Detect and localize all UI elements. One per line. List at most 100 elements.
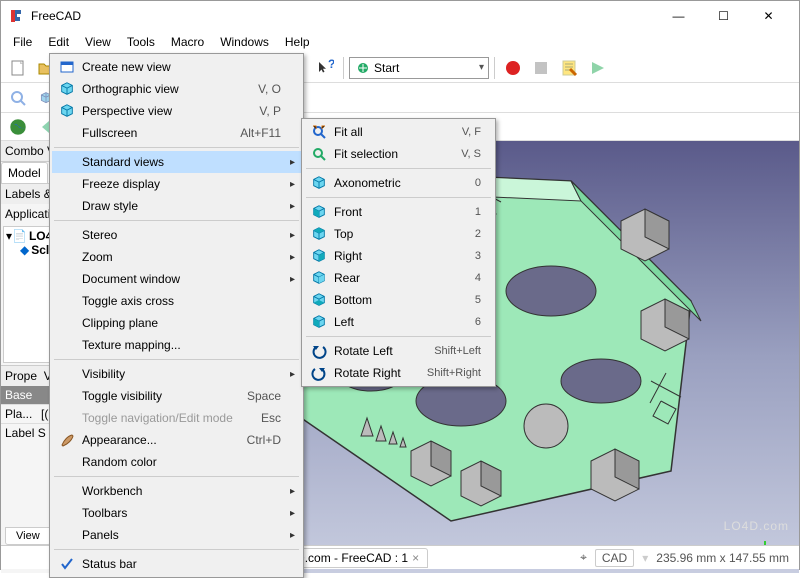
workbench-combo[interactable]: Start bbox=[349, 57, 489, 79]
stdview-left[interactable]: Left6 bbox=[304, 311, 493, 333]
menu-label: Standard views bbox=[78, 155, 281, 169]
menu-edit[interactable]: Edit bbox=[40, 33, 77, 51]
stdview-right[interactable]: Right3 bbox=[304, 245, 493, 267]
view-menu-appearance-[interactable]: Appearance...Ctrl+D bbox=[52, 429, 301, 451]
doc-tab-close[interactable]: × bbox=[412, 551, 419, 565]
submenu-label: Bottom bbox=[330, 293, 475, 307]
fitall-icon bbox=[308, 123, 330, 141]
view-menu-status-bar[interactable]: Status bar bbox=[52, 553, 301, 575]
menu-file[interactable]: File bbox=[5, 33, 40, 51]
stdview-rear[interactable]: Rear4 bbox=[304, 267, 493, 289]
watermark: LO4D.com bbox=[724, 519, 789, 533]
menu-macro[interactable]: Macro bbox=[163, 33, 212, 51]
menu-label: Appearance... bbox=[78, 433, 247, 447]
view-menu-toggle-navigation-edit-mode[interactable]: Toggle navigation/Edit modeEsc bbox=[52, 407, 301, 429]
nav-mode[interactable]: CAD bbox=[595, 549, 634, 567]
stdview-fit-all[interactable]: Fit allV, F bbox=[304, 121, 493, 143]
new-button[interactable] bbox=[5, 55, 31, 81]
workbench-combo-label: Start bbox=[374, 61, 399, 75]
view-menu-texture-mapping-[interactable]: Texture mapping... bbox=[52, 334, 301, 356]
macro-stop-button[interactable] bbox=[528, 55, 554, 81]
menu-label: Stereo bbox=[78, 228, 281, 242]
menu-tools[interactable]: Tools bbox=[119, 33, 163, 51]
cube-axo-icon bbox=[308, 174, 330, 192]
cube-bottom-icon bbox=[308, 291, 330, 309]
view-menu-freeze-display[interactable]: Freeze display bbox=[52, 173, 301, 195]
standard-views-submenu: Fit allV, FFit selectionV, S Axonometric0… bbox=[301, 118, 496, 387]
view-menu-workbench[interactable]: Workbench bbox=[52, 480, 301, 502]
view-menu-visibility[interactable]: Visibility bbox=[52, 363, 301, 385]
menu-accel: Alt+F11 bbox=[240, 126, 281, 140]
menu-label: Random color bbox=[78, 455, 281, 469]
view-menu-fullscreen[interactable]: FullscreenAlt+F11 bbox=[52, 122, 301, 144]
submenu-accel: 2 bbox=[475, 228, 481, 240]
fitsel-icon bbox=[308, 145, 330, 163]
view-menu-random-color[interactable]: Random color bbox=[52, 451, 301, 473]
stdview-rotate-right[interactable]: Rotate RightShift+Right bbox=[304, 362, 493, 384]
close-button[interactable]: ✕ bbox=[746, 1, 791, 31]
whatsthis-button[interactable]: ? bbox=[312, 55, 338, 81]
doc-icon: ▾📄 bbox=[6, 229, 27, 243]
menu-view[interactable]: View bbox=[77, 33, 119, 51]
view-menu-clipping-plane[interactable]: Clipping plane bbox=[52, 312, 301, 334]
stdview-top[interactable]: Top2 bbox=[304, 223, 493, 245]
view-menu-standard-views[interactable]: Standard views bbox=[52, 151, 301, 173]
stdview-front[interactable]: Front1 bbox=[304, 201, 493, 223]
menu-accel: V, P bbox=[259, 104, 281, 118]
blank bbox=[56, 226, 78, 244]
rotate-left-icon bbox=[308, 342, 330, 360]
view-menu-draw-style[interactable]: Draw style bbox=[52, 195, 301, 217]
blank bbox=[56, 197, 78, 215]
view-menu-create-new-view[interactable]: Create new view bbox=[52, 56, 301, 78]
menu-accel: V, O bbox=[258, 82, 281, 96]
cube-top-icon bbox=[308, 225, 330, 243]
globe-button[interactable] bbox=[5, 114, 31, 140]
submenu-label: Left bbox=[330, 315, 475, 329]
menu-help[interactable]: Help bbox=[277, 33, 318, 51]
menu-label: Clipping plane bbox=[78, 316, 281, 330]
model-tab[interactable]: Model bbox=[1, 162, 48, 183]
view-menu-panels[interactable]: Panels bbox=[52, 524, 301, 546]
submenu-label: Rear bbox=[330, 271, 475, 285]
view-menu-document-window[interactable]: Document window bbox=[52, 268, 301, 290]
submenu-label: Fit all bbox=[330, 125, 462, 139]
fit-button[interactable] bbox=[5, 85, 31, 111]
macro-list-button[interactable] bbox=[556, 55, 582, 81]
macro-play-button[interactable] bbox=[584, 55, 610, 81]
submenu-accel: 5 bbox=[475, 294, 481, 306]
stdview-axonometric[interactable]: Axonometric0 bbox=[304, 172, 493, 194]
menu-label: Toggle navigation/Edit mode bbox=[78, 411, 261, 425]
macro-record-button[interactable] bbox=[500, 55, 526, 81]
view-menu-orthographic-view[interactable]: Orthographic viewV, O bbox=[52, 78, 301, 100]
view-menu-stereo[interactable]: Stereo bbox=[52, 224, 301, 246]
blank bbox=[56, 292, 78, 310]
maximize-button[interactable]: ☐ bbox=[701, 1, 746, 31]
cube-rear-icon bbox=[308, 269, 330, 287]
blank bbox=[56, 365, 78, 383]
view-menu-toolbars[interactable]: Toolbars bbox=[52, 502, 301, 524]
submenu-label: Fit selection bbox=[330, 147, 461, 161]
view-tab[interactable]: View bbox=[5, 527, 51, 545]
minimize-button[interactable]: — bbox=[656, 1, 701, 31]
prop-label[interactable]: Label S bbox=[1, 424, 50, 442]
prop-placement[interactable]: Pla... bbox=[1, 405, 37, 423]
menu-label: Draw style bbox=[78, 199, 281, 213]
blank bbox=[56, 526, 78, 544]
view-menu-toggle-axis-cross[interactable]: Toggle axis cross bbox=[52, 290, 301, 312]
stdview-bottom[interactable]: Bottom5 bbox=[304, 289, 493, 311]
menu-label: Status bar bbox=[78, 557, 281, 571]
lock-icon: ⌖ bbox=[580, 550, 587, 565]
submenu-accel: 3 bbox=[475, 250, 481, 262]
menu-windows[interactable]: Windows bbox=[212, 33, 277, 51]
submenu-accel: 4 bbox=[475, 272, 481, 284]
blank bbox=[56, 504, 78, 522]
submenu-accel: Shift+Right bbox=[427, 367, 481, 379]
view-menu-zoom[interactable]: Zoom bbox=[52, 246, 301, 268]
view-menu-toggle-visibility[interactable]: Toggle visibilitySpace bbox=[52, 385, 301, 407]
cube-persp-icon bbox=[56, 102, 78, 120]
view-menu-perspective-view[interactable]: Perspective viewV, P bbox=[52, 100, 301, 122]
stdview-fit-selection[interactable]: Fit selectionV, S bbox=[304, 143, 493, 165]
submenu-accel: 6 bbox=[475, 316, 481, 328]
stdview-rotate-left[interactable]: Rotate LeftShift+Left bbox=[304, 340, 493, 362]
brush-icon bbox=[56, 431, 78, 449]
